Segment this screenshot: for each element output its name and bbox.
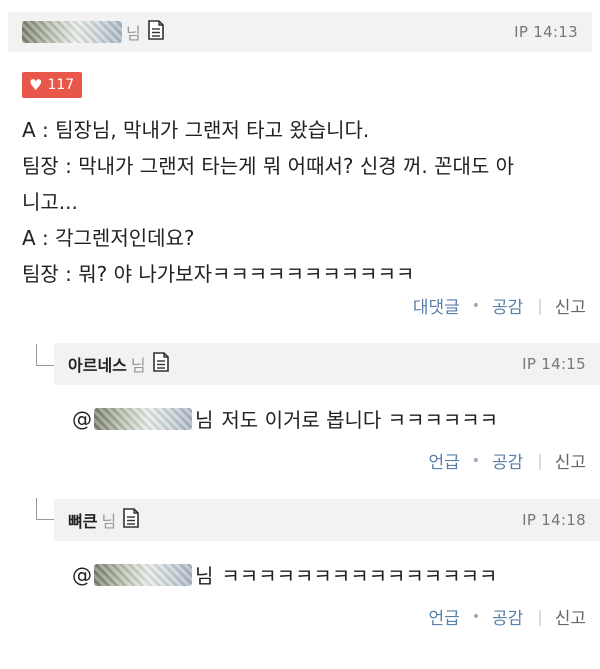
post-header: 님 IP 14:13 <box>8 12 592 52</box>
post-line: 니고... <box>22 190 78 214</box>
document-icon[interactable] <box>152 352 170 376</box>
reply-actions: 언급 • 공감 | 신고 <box>429 448 587 473</box>
reply-header: 뼈큰 님 IP 14:18 <box>54 499 600 541</box>
report-button[interactable]: 신고 <box>555 604 586 629</box>
reply-header: 아르네스 님 IP 14:15 <box>54 343 600 385</box>
document-icon[interactable] <box>147 20 165 44</box>
author-suffix: 님 <box>126 24 141 43</box>
separator-bar: | <box>537 607 543 626</box>
post-actions: 대댓글 • 공감 | 신고 <box>413 293 586 318</box>
reply-actions: 언급 • 공감 | 신고 <box>429 604 587 629</box>
post-line: A : 각그렌저인데요? <box>22 226 195 250</box>
like-button[interactable]: 공감 <box>492 604 523 629</box>
post-line: 팀장 : 막내가 그랜저 타는게 뭐 어때서? 신경 꺼. 꼰대도 아 <box>22 154 515 178</box>
heart-icon: ♥ <box>29 75 43 94</box>
like-button[interactable]: 공감 <box>492 293 523 318</box>
reply-ip-time: IP 14:18 <box>522 511 586 529</box>
separator-bar: | <box>537 451 543 470</box>
mention-button[interactable]: 언급 <box>429 448 460 473</box>
reply-author[interactable]: 뼈큰 <box>68 508 97 532</box>
reply-button[interactable]: 대댓글 <box>413 293 460 318</box>
separator-dot: • <box>471 452 481 469</box>
post-line: 팀장 : 뭐? 야 나가보자ㅋㅋㅋㅋㅋㅋㅋㅋㅋㅋㅋ <box>22 262 415 286</box>
post-line: A : 팀장님, 막내가 그랜저 타고 왔습니다. <box>22 118 370 142</box>
separator-dot: • <box>471 297 481 314</box>
mention-button[interactable]: 언급 <box>429 604 460 629</box>
reply-author[interactable]: 아르네스 <box>68 352 127 376</box>
post-ip-time: IP 14:13 <box>514 23 578 41</box>
mention-suffix: 님 <box>195 564 214 588</box>
reply-text: 저도 이거로 봅니다 ㅋㅋㅋㅋㅋㅋ <box>221 408 499 432</box>
reply-text-row: @ 님 저도 이거로 봅니다 ㅋㅋㅋㅋㅋㅋ <box>72 404 498 433</box>
reply-author-suffix: 님 <box>101 512 117 531</box>
reply-author-suffix: 님 <box>130 356 146 375</box>
mention-avatar[interactable] <box>94 563 192 586</box>
report-button[interactable]: 신고 <box>555 293 586 318</box>
reply-text: ㅋㅋㅋㅋㅋㅋㅋㅋㅋㅋㅋㅋㅋㅋㅋ <box>221 564 498 588</box>
like-badge[interactable]: ♥ 117 <box>22 72 83 98</box>
post-body: A : 팀장님, 막내가 그랜저 타고 왔습니다. 팀장 : 막내가 그랜저 타… <box>22 112 588 292</box>
like-button[interactable]: 공감 <box>492 448 523 473</box>
like-count: 117 <box>47 77 75 93</box>
mention-avatar[interactable] <box>94 407 192 430</box>
mention-suffix: 님 <box>195 408 214 432</box>
mention-at: @ <box>72 406 92 431</box>
reply-text-row: @ 님 ㅋㅋㅋㅋㅋㅋㅋㅋㅋㅋㅋㅋㅋㅋㅋ <box>72 560 497 589</box>
separator-bar: | <box>537 296 543 315</box>
author-avatar[interactable] <box>22 21 122 43</box>
separator-dot: • <box>471 608 481 625</box>
mention-at: @ <box>72 562 92 587</box>
reply-ip-time: IP 14:15 <box>522 355 586 373</box>
document-icon[interactable] <box>122 508 140 532</box>
report-button[interactable]: 신고 <box>555 448 586 473</box>
